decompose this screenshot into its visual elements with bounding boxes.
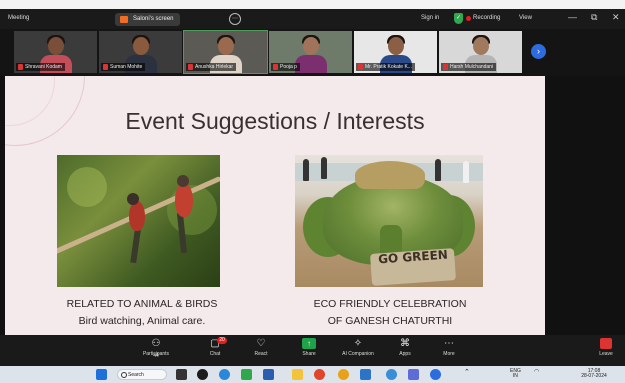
meeting-titlebar: Meeting Saloni's screen ⋯ Sign in ✓ Reco… (0, 9, 625, 29)
participant-name: Shravani Kodam (16, 63, 65, 71)
more-button[interactable]: ⋯ More (429, 338, 469, 357)
task-view-icon[interactable] (176, 369, 187, 380)
share-arrow-icon: ↑ (302, 338, 316, 349)
right-caption-line2: OF GANESH CHATURTHI (327, 315, 453, 327)
birds-photo (57, 155, 220, 287)
sparkle-icon: ✧ (353, 338, 363, 349)
participants-label: Participants (142, 351, 170, 357)
language-indicator[interactable]: ENG IN (510, 369, 521, 379)
participant-name: Anushka Hirlekar (186, 63, 237, 71)
file-explorer-icon[interactable] (292, 369, 303, 380)
share-screen-icon (120, 16, 128, 23)
top-strip (0, 0, 625, 9)
shared-screen-area: Event Suggestions / Interests GO GREEN R… (0, 76, 625, 335)
apps-icon: ⌘ (400, 338, 410, 349)
more-icon: ⋯ (444, 338, 454, 349)
leave-button[interactable]: Leave (592, 338, 620, 357)
participant-tile[interactable]: Anushka Hirlekar (183, 30, 268, 74)
app-title: Meeting (8, 15, 30, 21)
participants-icon: ⚇ 44 (151, 338, 161, 359)
share-label: Saloni's screen (133, 16, 174, 22)
left-caption-line2: Bird watching, Animal care. (78, 315, 206, 327)
view-button[interactable]: View (519, 15, 532, 21)
participant-tile[interactable]: Pooja p (269, 31, 352, 73)
search-label: Search (128, 372, 144, 378)
sign-in-link[interactable]: Sign in (421, 15, 439, 21)
left-caption-line1: RELATED TO ANIMAL & BIRDS (66, 298, 218, 310)
leave-label: Leave (599, 351, 613, 357)
react-button[interactable]: ♡ React (241, 338, 281, 357)
taskbar-app-icon[interactable] (197, 369, 208, 380)
right-caption-line1: ECO FRIENDLY CELEBRATION (313, 298, 467, 310)
taskbar-app-icon[interactable] (263, 369, 274, 380)
apps-label: Apps (399, 351, 411, 357)
leave-icon (600, 338, 612, 349)
ganesh-sand-art-photo: GO GREEN (295, 155, 483, 287)
slide-title: Event Suggestions / Interests (125, 108, 425, 134)
zoom-taskbar-icon[interactable] (430, 369, 441, 380)
taskbar-app-icon[interactable] (314, 369, 325, 380)
wifi-icon[interactable]: ◠ (534, 369, 539, 375)
clock-date: 28-07-2024 (581, 373, 607, 379)
chat-badge: 20 (217, 337, 227, 344)
participant-tile[interactable]: Mr. Pratik Kokate K... (354, 31, 437, 73)
participants-button[interactable]: ⚇ 44 Participants (136, 338, 176, 359)
participant-tile[interactable]: Shravani Kodam (14, 31, 97, 73)
participant-tile[interactable]: Harsh Mulchandani (439, 31, 522, 73)
recording-indicator[interactable]: Recording (465, 15, 500, 21)
participant-name: Mr. Pratik Kokate K... (356, 63, 415, 71)
more-options-icon[interactable]: ⋯ (229, 13, 241, 25)
screen-share-indicator[interactable]: Saloni's screen (115, 13, 180, 26)
chat-label: Chat (209, 351, 221, 357)
clock[interactable]: 17:08 28-07-2024 (574, 369, 614, 379)
share-label: Share (302, 351, 316, 357)
participant-name: Suman Mohite (101, 63, 146, 71)
close-button[interactable]: ✕ (612, 12, 620, 23)
minimize-button[interactable]: — (568, 12, 577, 22)
more-label: More (443, 351, 455, 357)
participant-name: Harsh Mulchandani (441, 63, 497, 71)
windows-taskbar: Search ⌃ ENG IN ◠ 17:08 28-07-2024 (0, 366, 625, 383)
windows-start-icon[interactable] (96, 369, 107, 380)
companion-label: AI Companion (342, 351, 374, 357)
participant-strip: Shravani Kodam Suman Mohite Anushka Hirl… (0, 29, 625, 76)
heart-icon: ♡ (256, 338, 266, 349)
taskbar-app-icon[interactable] (408, 369, 419, 380)
taskbar-app-icon[interactable] (241, 369, 252, 380)
language-line2: IN (512, 373, 518, 379)
edge-icon[interactable] (219, 369, 230, 380)
security-shield-icon[interactable]: ✓ (454, 13, 463, 24)
participant-tile[interactable]: Suman Mohite (99, 31, 182, 73)
chat-button[interactable]: ▢ 20 Chat (195, 337, 235, 357)
share-button[interactable]: ↑ Share (289, 338, 329, 357)
presentation-slide: Event Suggestions / Interests GO GREEN R… (5, 76, 545, 335)
chrome-icon[interactable] (338, 369, 349, 380)
apps-button[interactable]: ⌘ Apps (385, 338, 425, 357)
vscode-icon[interactable] (360, 369, 371, 380)
next-page-icon[interactable]: › (531, 44, 546, 59)
participant-name: Pooja p (271, 63, 300, 71)
taskbar-search[interactable]: Search (117, 369, 167, 380)
react-label: React (254, 351, 268, 357)
meeting-toolbar: ⚇ 44 Participants ▢ 20 Chat ♡ React ↑ Sh… (0, 335, 625, 366)
taskbar-app-icon[interactable] (386, 369, 397, 380)
ai-companion-button[interactable]: ✧ AI Companion (338, 338, 378, 357)
tray-chevron-icon[interactable]: ⌃ (464, 369, 470, 376)
restore-button[interactable]: ⧉ (591, 12, 597, 23)
zoom-meeting-window: { "titlebar": { "app": "Meeting", "share… (0, 0, 625, 383)
